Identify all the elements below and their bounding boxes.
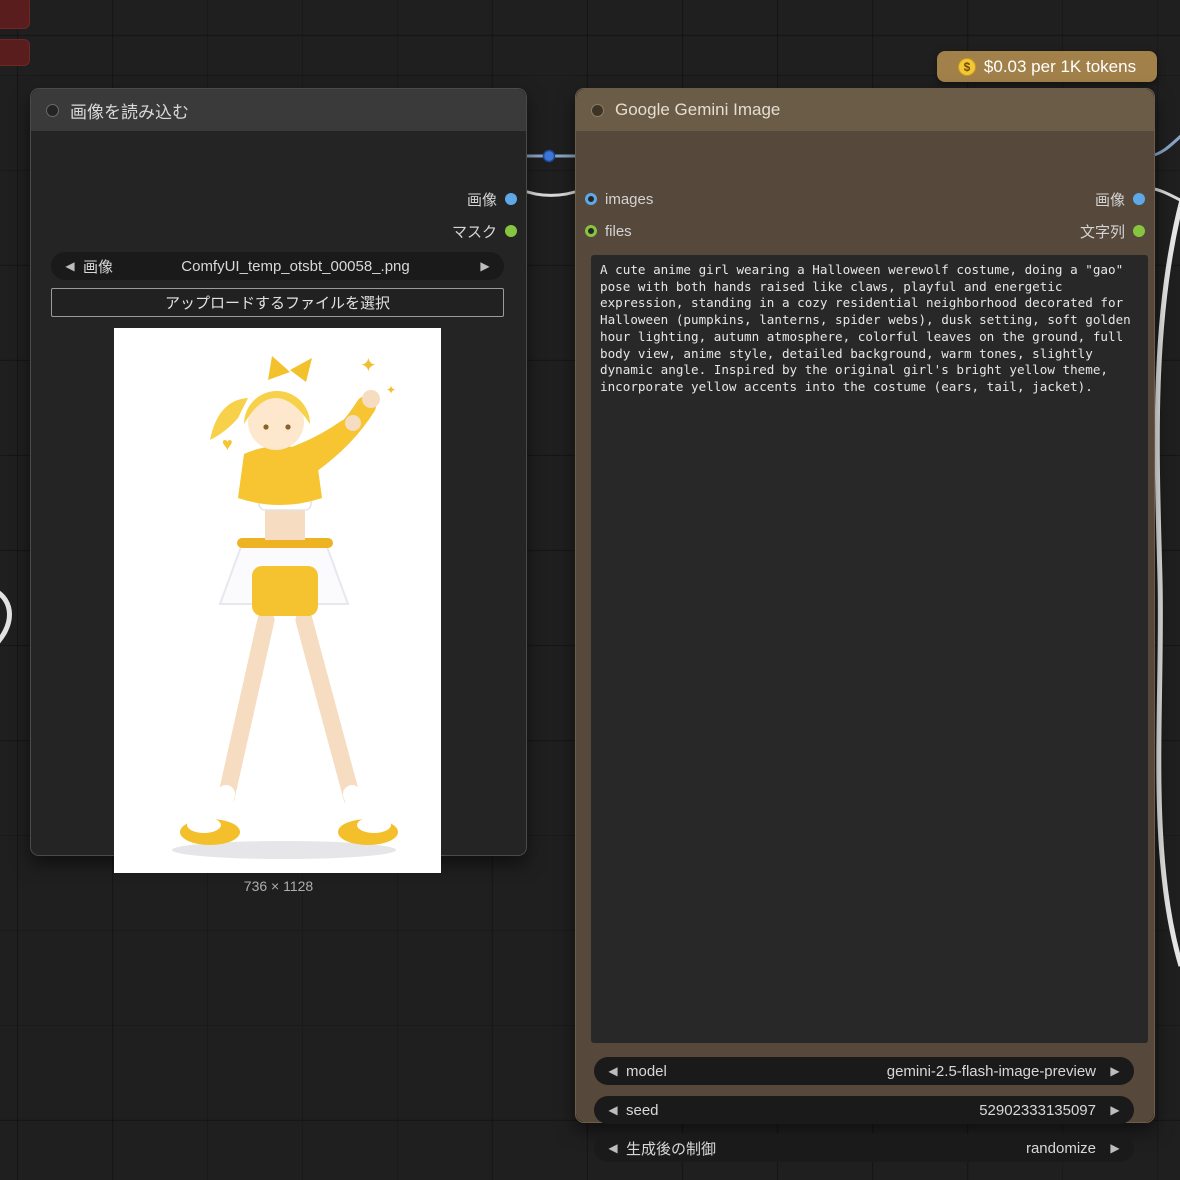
model-widget[interactable]: ◀ model gemini-2.5-flash-image-preview ▶ <box>594 1057 1134 1085</box>
widget-value: randomize <box>716 1140 1108 1157</box>
wire-left-edge <box>0 590 10 648</box>
next-arrow-icon[interactable]: ▶ <box>1108 1064 1122 1078</box>
prev-arrow-icon[interactable]: ◀ <box>63 259 77 273</box>
gemini-node-body: images files 画像 文字列 A cute anime girl we… <box>576 131 1154 1122</box>
svg-text:♥: ♥ <box>222 434 233 454</box>
load-image-node-header[interactable]: 画像を読み込む <box>31 89 526 131</box>
offscreen-node-top[interactable] <box>0 0 30 29</box>
node-title: Google Gemini Image <box>615 100 780 120</box>
coin-icon: $ <box>958 58 976 76</box>
output-port-mask[interactable]: マスク <box>452 223 517 239</box>
input-port-files[interactable]: files <box>585 223 632 239</box>
widget-label: seed <box>626 1102 659 1119</box>
port-label: 文字列 <box>1080 221 1125 242</box>
image-filename-widget[interactable]: ◀ 画像 ComfyUI_temp_otsbt_00058_.png ▶ <box>51 252 504 280</box>
svg-text:✦: ✦ <box>360 355 377 377</box>
seed-widget[interactable]: ◀ seed 52902333135097 ▶ <box>594 1096 1134 1124</box>
control-after-generate-widget[interactable]: ◀ 生成後の制御 randomize ▶ <box>594 1134 1134 1162</box>
port-label: 画像 <box>1095 189 1125 210</box>
output-port-image[interactable]: 画像 <box>467 191 517 207</box>
node-title: 画像を読み込む <box>70 98 189 123</box>
svg-text:✦: ✦ <box>386 383 396 397</box>
image-port-dot[interactable] <box>505 193 517 205</box>
port-label: 画像 <box>467 189 497 210</box>
wire-right-edge <box>1157 196 1180 966</box>
port-label: マスク <box>452 221 497 242</box>
next-arrow-icon[interactable]: ▶ <box>478 259 492 273</box>
prev-arrow-icon[interactable]: ◀ <box>606 1141 620 1155</box>
prev-arrow-icon[interactable]: ◀ <box>606 1064 620 1078</box>
widget-value: 52902333135097 <box>659 1102 1108 1119</box>
offscreen-node-bottom[interactable] <box>0 39 30 66</box>
price-badge: $ $0.03 per 1K tokens <box>937 51 1157 82</box>
load-image-node-body: 画像 マスク ◀ 画像 ComfyUI_temp_otsbt_00058_.pn… <box>31 131 526 855</box>
port-label: images <box>605 191 653 208</box>
widget-label: 生成後の制御 <box>626 1138 716 1159</box>
input-port-images[interactable]: images <box>585 191 653 207</box>
prompt-textarea[interactable]: A cute anime girl wearing a Halloween we… <box>591 255 1148 1043</box>
widget-value: gemini-2.5-flash-image-preview <box>667 1063 1108 1080</box>
wire-dot[interactable] <box>544 151 555 162</box>
next-arrow-icon[interactable]: ▶ <box>1108 1103 1122 1117</box>
prev-arrow-icon[interactable]: ◀ <box>606 1103 620 1117</box>
gemini-node-header[interactable]: Google Gemini Image <box>576 89 1154 131</box>
upload-file-button-label: アップロードするファイルを選択 <box>165 292 390 313</box>
image-size-label: 736 × 1128 <box>31 878 526 894</box>
price-label: $0.03 per 1K tokens <box>984 57 1136 77</box>
output-port-string[interactable]: 文字列 <box>1080 223 1145 239</box>
anime-girl-preview-image: ♥ ♥ ✦ ✦ <box>114 328 441 873</box>
collapse-dot[interactable] <box>46 104 59 117</box>
image-port-dot[interactable] <box>1133 193 1145 205</box>
node-graph-canvas[interactable]: $ $0.03 per 1K tokens 画像を読み込む 画像 マスク ◀ 画… <box>0 0 1180 1180</box>
google-gemini-image-node[interactable]: Google Gemini Image images files 画像 文字列 … <box>575 88 1155 1123</box>
widget-value: ComfyUI_temp_otsbt_00058_.png <box>113 258 478 275</box>
output-port-image[interactable]: 画像 <box>1095 191 1145 207</box>
image-preview[interactable]: ♥ ♥ ✦ ✦ <box>114 328 441 873</box>
string-port-dot[interactable] <box>1133 225 1145 237</box>
collapse-dot[interactable] <box>591 104 604 117</box>
port-label: files <box>605 223 632 240</box>
images-port-dot[interactable] <box>585 193 597 205</box>
load-image-node[interactable]: 画像を読み込む 画像 マスク ◀ 画像 ComfyUI_temp_otsbt_0… <box>30 88 527 856</box>
upload-file-button[interactable]: アップロードするファイルを選択 <box>51 288 504 317</box>
next-arrow-icon[interactable]: ▶ <box>1108 1141 1122 1155</box>
widget-label: model <box>626 1063 667 1080</box>
widget-label: 画像 <box>83 256 113 277</box>
svg-text:♥: ♥ <box>310 466 318 481</box>
mask-port-dot[interactable] <box>505 225 517 237</box>
files-port-dot[interactable] <box>585 225 597 237</box>
